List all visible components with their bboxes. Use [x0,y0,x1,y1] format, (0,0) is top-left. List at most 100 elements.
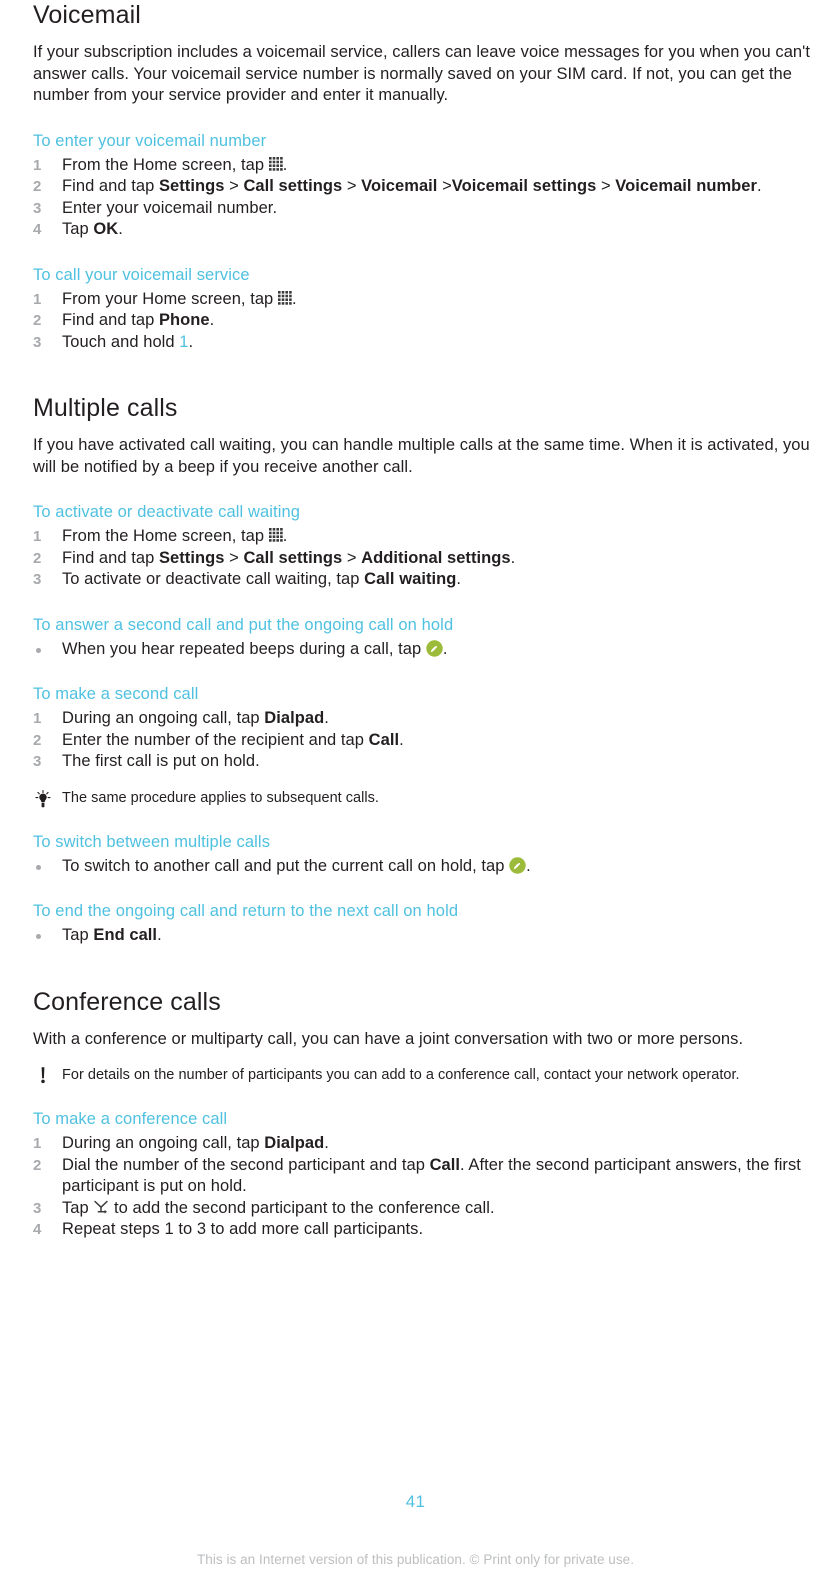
note-exclamation-icon [33,1066,55,1086]
ui-path-voicemail-settings: Voicemail settings [451,177,597,195]
footer-imprint-text: This is an Internet version of this publ… [196,1552,635,1567]
step-text-post: . [526,856,531,875]
step-number: 1 [33,290,42,308]
step-text: Enter your voicemail number. [62,198,278,217]
ui-path-voicemail: Voicemail [361,177,438,195]
section-heading-voicemail: Voicemail [33,1,141,29]
tip-lightbulb-icon [33,789,55,809]
ui-app-phone: Phone [158,311,210,329]
step-text-post: . [188,332,194,351]
voicemail-intro-paragraph: If your subscription includes a voicemai… [33,43,810,104]
ui-path-call-settings: Call settings [243,177,343,195]
task-heading-enter-voicemail-number: To enter your voicemail number [33,131,267,150]
step-number: 4 [33,221,42,238]
tip-callout: The same procedure applies to subsequent… [33,789,823,808]
step-text-pre: During an ongoing call, tap [62,1134,265,1152]
steps-enter-voicemail-number: 1 From the Home screen, tap . 2 Find and… [33,155,823,241]
ui-path-call-settings: Call settings [243,548,343,567]
step-text: The first call is put on hold. [62,752,260,770]
ui-path-voicemail-number: Voicemail number [615,177,757,195]
ui-path-additional-settings: Additional settings [361,548,511,567]
step-text-pre: Find and tap [62,548,159,567]
step-text-post: . [282,527,288,545]
step-number: 2 [33,178,42,195]
list-item: 1 From the Home screen, tap . [33,155,823,177]
step-text-post: . [456,570,462,588]
list-item: 4 Tap OK. [33,219,823,241]
step-text-pre: To switch to another call and put the cu… [62,856,510,875]
step-number: 2 [33,312,42,329]
step-number: 2 [33,731,42,749]
section-heading-multiple-calls: Multiple calls [33,394,178,422]
step-text-post: . [757,177,762,195]
multiple-calls-intro-paragraph: If you have activated call waiting, you … [33,436,810,476]
task-heading-switch-between-calls: To switch between multiple calls [33,832,271,851]
ui-path-settings: Settings [158,177,225,195]
path-separator: > [224,177,244,195]
keypad-key-one: 1 [179,332,189,351]
path-separator: > [596,177,616,195]
bullet-dot [36,864,41,870]
document-page: Voicemail If your subscription includes … [0,0,831,1588]
step-text-pre: Tap [62,220,94,238]
list-item: 2 Find and tap Phone. [33,310,823,332]
task-heading-make-second-call: To make a second call [33,685,199,703]
step-text-post: . [324,709,329,727]
answer-call-icon [426,639,443,657]
merge-calls-icon [93,1200,109,1215]
step-text-pre: During an ongoing call, tap [62,709,265,727]
step-text-post: . [118,220,123,238]
list-item: Tap End call. [33,925,823,947]
step-number: 3 [33,333,42,351]
path-separator: > [342,548,362,567]
conference-calls-intro-paragraph: With a conference or multiparty call, yo… [33,1029,744,1048]
step-number: 1 [33,156,42,174]
step-text-pre: Tap [62,1198,94,1217]
note-text: For details on the number of participant… [62,1067,740,1083]
step-text-post: . [157,926,162,944]
path-separator: > [342,177,362,195]
tip-text: The same procedure applies to subsequent… [62,789,379,806]
step-number: 4 [33,1221,42,1238]
step-text-pre: From the Home screen, tap [62,155,269,174]
list-item: 4 Repeat steps 1 to 3 to add more call p… [33,1219,823,1241]
list-item: 1 From the Home screen, tap . [33,526,823,548]
path-separator: > [437,177,452,195]
step-text-pre: When you hear repeated beeps during a ca… [62,639,426,658]
list-item: 3 The first call is put on hold. [33,751,823,773]
steps-make-conference-call: 1 During an ongoing call, tap Dialpad. 2… [33,1133,823,1241]
list-item: 1 From your Home screen, tap . [33,289,823,311]
page-number: 41 [405,1492,426,1511]
list-item: 1 During an ongoing call, tap Dialpad. [33,1133,823,1155]
list-item: When you hear repeated beeps during a ca… [33,639,823,661]
step-number: 1 [33,1135,42,1152]
ui-button-call: Call [368,730,400,749]
task-heading-end-ongoing-call: To end the ongoing call and return to th… [33,902,459,920]
bullet-dot [36,934,41,939]
list-item: 2 Find and tap Settings > Call settings … [33,176,823,198]
task-heading-activate-call-waiting: To activate or deactivate call waiting [33,503,301,521]
step-text-pre: From the Home screen, tap [62,527,269,545]
task-heading-answer-second-call: To answer a second call and put the ongo… [33,615,454,634]
step-number: 3 [33,1199,42,1217]
step-number: 3 [33,571,42,588]
step-text-pre: Touch and hold [62,332,180,351]
ui-button-ok: OK [93,220,119,238]
app-drawer-icon [277,290,292,306]
list-item: 3 Tap to add the second participant to t… [33,1198,823,1220]
task-heading-call-voicemail-service: To call your voicemail service [33,265,250,284]
step-text: Repeat steps 1 to 3 to add more call par… [62,1220,424,1238]
note-callout: For details on the number of participant… [33,1066,823,1085]
list-item: To switch to another call and put the cu… [33,856,823,878]
ui-path-settings: Settings [158,548,225,567]
step-number: 3 [33,199,42,217]
app-drawer-icon [268,156,283,172]
step-text-post: . [209,311,215,329]
step-text-pre: Enter the number of the recipient and ta… [62,730,369,749]
